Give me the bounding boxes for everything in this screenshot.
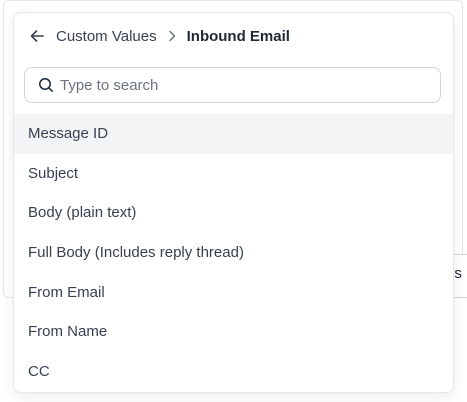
- search-icon: [38, 77, 54, 93]
- option-body-plain-text[interactable]: Body (plain text): [14, 193, 453, 233]
- arrow-left-icon: [30, 30, 44, 42]
- chevron-right-icon: [165, 29, 179, 43]
- option-from-email[interactable]: From Email: [14, 272, 453, 312]
- breadcrumb-parent[interactable]: Custom Values: [56, 28, 157, 45]
- option-full-body[interactable]: Full Body (Includes reply thread): [14, 233, 453, 273]
- option-cc[interactable]: CC: [14, 352, 453, 392]
- options-list: Message ID Subject Body (plain text) Ful…: [14, 114, 453, 391]
- option-message-id[interactable]: Message ID: [14, 114, 453, 154]
- search-input[interactable]: [60, 76, 420, 94]
- breadcrumb-current: Inbound Email: [186, 27, 290, 45]
- custom-values-dropdown: Custom Values Inbound Email Message ID S…: [13, 12, 454, 393]
- search-box[interactable]: [24, 67, 441, 103]
- option-from-name[interactable]: From Name: [14, 312, 453, 352]
- option-subject[interactable]: Subject: [14, 154, 453, 194]
- dropdown-header: Custom Values Inbound Email: [14, 13, 453, 59]
- back-button[interactable]: [26, 25, 48, 47]
